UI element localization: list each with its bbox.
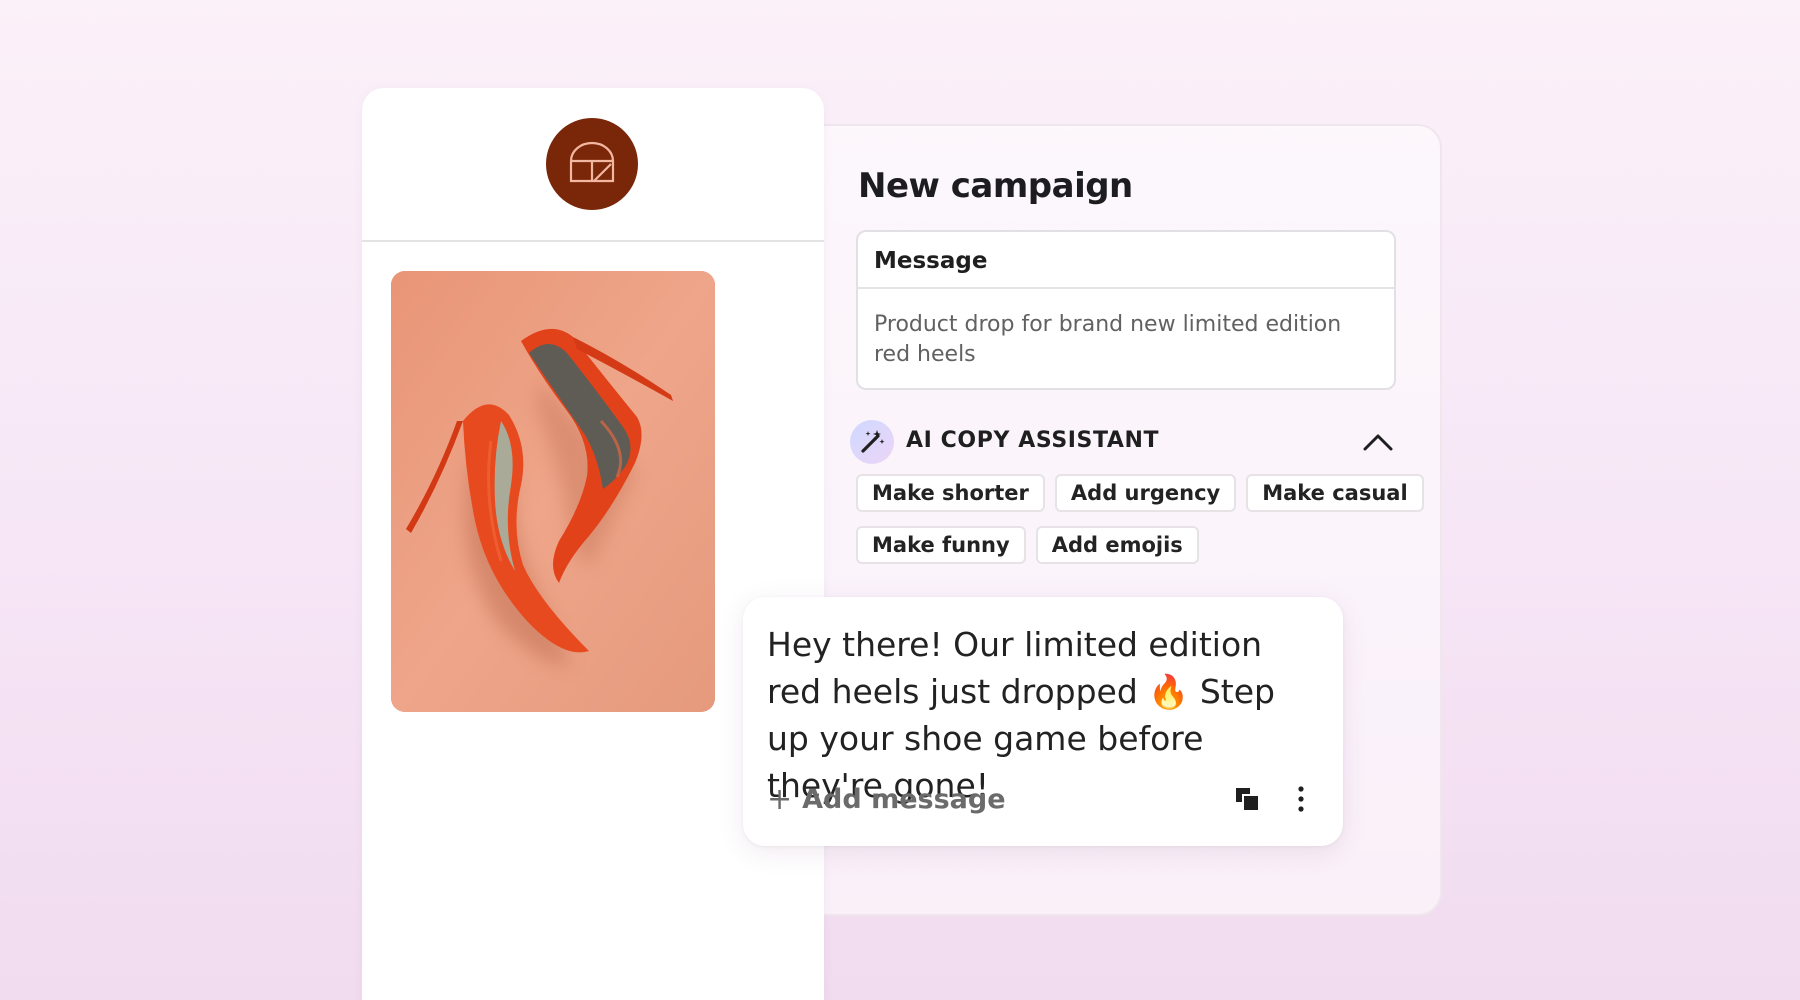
product-image [391, 271, 715, 712]
message-divider [858, 287, 1394, 289]
copy-icon[interactable] [1229, 781, 1265, 817]
plus-icon: + [767, 782, 793, 817]
ai-assistant-title: AI COPY ASSISTANT [906, 428, 1160, 453]
message-input[interactable]: Product drop for brand new limited editi… [874, 310, 1372, 370]
page-title: New campaign [858, 166, 1133, 206]
chevron-up-icon[interactable] [1358, 422, 1398, 462]
ai-output-card: Hey there! Our limited edition red heels… [743, 597, 1343, 846]
ai-assistant-header: AI COPY ASSISTANT [850, 420, 1398, 464]
add-message-button[interactable]: + Add message [767, 782, 1006, 817]
make-shorter-chip[interactable]: Make shorter [856, 474, 1045, 512]
message-field[interactable]: Message Product drop for brand new limit… [856, 230, 1396, 390]
suggestion-chips: Make shorter Add urgency Make casual Mak… [856, 474, 1426, 564]
message-label: Message [874, 248, 988, 274]
more-vertical-icon[interactable] [1283, 781, 1319, 817]
add-emojis-chip[interactable]: Add emojis [1035, 526, 1199, 564]
phone-divider [362, 240, 824, 242]
magic-wand-icon [850, 420, 894, 464]
make-casual-chip[interactable]: Make casual [1246, 474, 1424, 512]
make-funny-chip[interactable]: Make funny [856, 526, 1026, 564]
add-message-label: Add message [802, 784, 1006, 815]
add-urgency-chip[interactable]: Add urgency [1054, 474, 1237, 512]
brand-logo [546, 118, 638, 210]
phone-preview [362, 88, 824, 1000]
storefront-icon [569, 141, 615, 183]
